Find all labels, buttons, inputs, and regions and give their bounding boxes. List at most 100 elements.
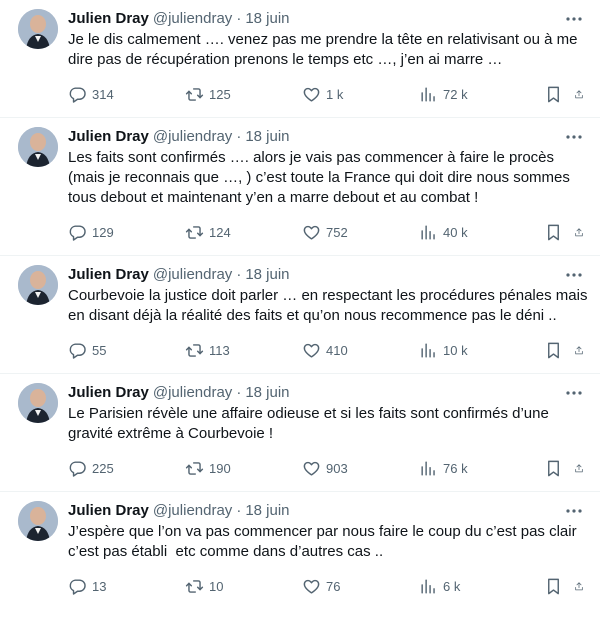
avatar[interactable] [18,127,58,167]
reply-button[interactable]: 314 [68,85,185,104]
more-dots-icon[interactable] [564,501,584,521]
tweet-text: Courbevoie la justice doit parler … en r… [68,287,592,324]
author-name[interactable]: Julien Dray [68,383,149,403]
author-name[interactable]: Julien Dray [68,265,149,285]
share-icon [575,89,583,98]
reply-bubble-icon [69,342,86,359]
share-button[interactable] [574,85,584,104]
views-button[interactable]: 40 k [419,223,544,242]
bookmark-button[interactable] [544,459,574,478]
retweet-count: 124 [209,224,231,240]
like-button[interactable]: 76 [302,577,419,596]
bookmark-button[interactable] [544,85,574,104]
tweet[interactable]: Julien Dray @juliendray · 18 juin Courbe… [0,256,600,374]
retweet-button[interactable]: 125 [185,85,302,104]
author-name[interactable]: Julien Dray [68,501,149,521]
tweet-actions: 129 124 752 40 k [68,222,584,242]
reply-button[interactable]: 129 [68,223,185,242]
retweet-icon [185,225,204,239]
bookmark-button[interactable] [544,577,574,596]
retweet-button[interactable]: 190 [185,459,302,478]
views-button[interactable]: 10 k [419,341,544,360]
like-count: 76 [326,578,341,594]
avatar[interactable] [18,383,58,423]
reply-bubble-icon [69,460,86,477]
views-button[interactable]: 76 k [419,459,544,478]
author-handle[interactable]: @juliendray [153,265,232,285]
like-button[interactable]: 752 [302,223,419,242]
share-button[interactable] [574,459,584,478]
heart-icon [303,461,320,476]
reply-button[interactable]: 13 [68,577,185,596]
share-button[interactable] [574,577,584,596]
heart-icon [303,579,320,594]
retweet-button[interactable]: 113 [185,341,302,360]
views-button[interactable]: 72 k [419,85,544,104]
author-handle[interactable]: @juliendray [153,9,232,29]
retweet-button[interactable]: 124 [185,223,302,242]
view-count: 76 k [443,460,468,476]
tweet-actions: 314 125 1 k 72 k [68,84,584,104]
reply-count: 225 [92,460,114,476]
share-button[interactable] [574,223,584,242]
more-dots-icon[interactable] [564,9,584,29]
timestamp[interactable]: 18 juin [245,265,289,285]
author-handle[interactable]: @juliendray [153,383,232,403]
timestamp[interactable]: 18 juin [245,383,289,403]
reply-count: 314 [92,86,114,102]
tweet-actions: 55 113 410 10 k [68,340,584,360]
separator: · [236,502,242,519]
heart-icon [303,87,320,102]
reply-button[interactable]: 225 [68,459,185,478]
share-button[interactable] [574,341,584,360]
bookmark-button[interactable] [544,223,574,242]
more-dots-icon[interactable] [564,383,584,403]
tweet-header: Julien Dray @juliendray · 18 juin [68,9,584,29]
like-count: 903 [326,460,348,476]
tweet-header: Julien Dray @juliendray · 18 juin [68,265,584,285]
bookmark-icon [548,460,559,476]
timestamp[interactable]: 18 juin [245,501,289,521]
views-chart-icon [421,460,435,476]
retweet-count: 10 [209,578,224,594]
author-handle[interactable]: @juliendray [153,501,232,521]
author-name[interactable]: Julien Dray [68,127,149,147]
view-count: 72 k [443,86,468,102]
reply-bubble-icon [69,224,86,241]
reply-bubble-icon [69,578,86,595]
like-button[interactable]: 903 [302,459,419,478]
bookmark-button[interactable] [544,341,574,360]
tweet-text: Les faits sont confirmés …. alors je vai… [68,149,575,206]
retweet-icon [185,87,204,101]
retweet-button[interactable]: 10 [185,577,302,596]
views-chart-icon [421,342,435,358]
views-chart-icon [421,578,435,594]
avatar[interactable] [18,9,58,49]
like-button[interactable]: 410 [302,341,419,360]
heart-icon [303,343,320,358]
tweet[interactable]: Julien Dray @juliendray · 18 juin Les fa… [0,118,600,256]
reply-button[interactable]: 55 [68,341,185,360]
reply-count: 55 [92,342,107,358]
like-button[interactable]: 1 k [302,85,419,104]
like-count: 410 [326,342,348,358]
author-name[interactable]: Julien Dray [68,9,149,29]
retweet-icon [185,579,204,593]
more-dots-icon[interactable] [564,127,584,147]
author-handle[interactable]: @juliendray [153,127,232,147]
tweet[interactable]: Julien Dray @juliendray · 18 juin Je le … [0,0,600,118]
tweet[interactable]: Julien Dray @juliendray · 18 juin J’espè… [0,492,600,596]
views-button[interactable]: 6 k [419,577,544,596]
more-dots-icon[interactable] [564,265,584,285]
bookmark-icon [548,342,559,358]
tweet-header: Julien Dray @juliendray · 18 juin [68,127,584,147]
views-chart-icon [421,86,435,102]
separator: · [236,266,242,283]
tweet-header: Julien Dray @juliendray · 18 juin [68,383,584,403]
avatar[interactable] [18,501,58,541]
timestamp[interactable]: 18 juin [245,9,289,29]
separator: · [236,384,242,401]
timestamp[interactable]: 18 juin [245,127,289,147]
tweet[interactable]: Julien Dray @juliendray · 18 juin Le Par… [0,374,600,492]
avatar[interactable] [18,265,58,305]
